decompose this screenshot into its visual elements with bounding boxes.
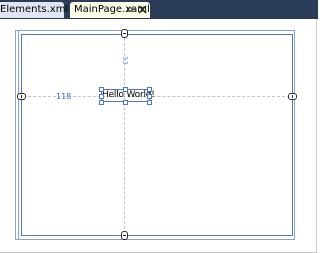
artboard-left-rule: [18, 30, 19, 240]
resize-handle-top[interactable]: [123, 87, 128, 92]
left-margin-label: 118: [56, 92, 72, 101]
tab-label: Elements.xml: [0, 4, 69, 15]
artboard-top-rule: [15, 30, 295, 31]
resize-handle-top-right[interactable]: [147, 87, 152, 92]
top-anchor-adorner[interactable]: [121, 29, 128, 38]
close-icon[interactable]: [138, 5, 147, 14]
resize-handle-left[interactable]: [99, 94, 104, 99]
resize-handle-bottom[interactable]: [123, 100, 128, 105]
pin-icon[interactable]: [127, 5, 135, 14]
top-margin-label: 53: [121, 56, 129, 65]
resize-handle-top-left[interactable]: [99, 87, 104, 92]
resize-handle-right[interactable]: [147, 94, 152, 99]
vertical-alignment-guide: [124, 38, 125, 234]
bottom-anchor-adorner[interactable]: [121, 231, 128, 240]
left-anchor-adorner[interactable]: [17, 93, 26, 100]
resize-handle-bottom-left[interactable]: [99, 100, 104, 105]
document-tab-strip: Elements.xml MainPage.xaml: [0, 0, 318, 19]
layout-root-grid[interactable]: [21, 34, 293, 236]
right-anchor-adorner[interactable]: [288, 93, 297, 100]
resize-handle-bottom-right[interactable]: [147, 100, 152, 105]
tab-elements-xml[interactable]: Elements.xml: [0, 2, 68, 18]
